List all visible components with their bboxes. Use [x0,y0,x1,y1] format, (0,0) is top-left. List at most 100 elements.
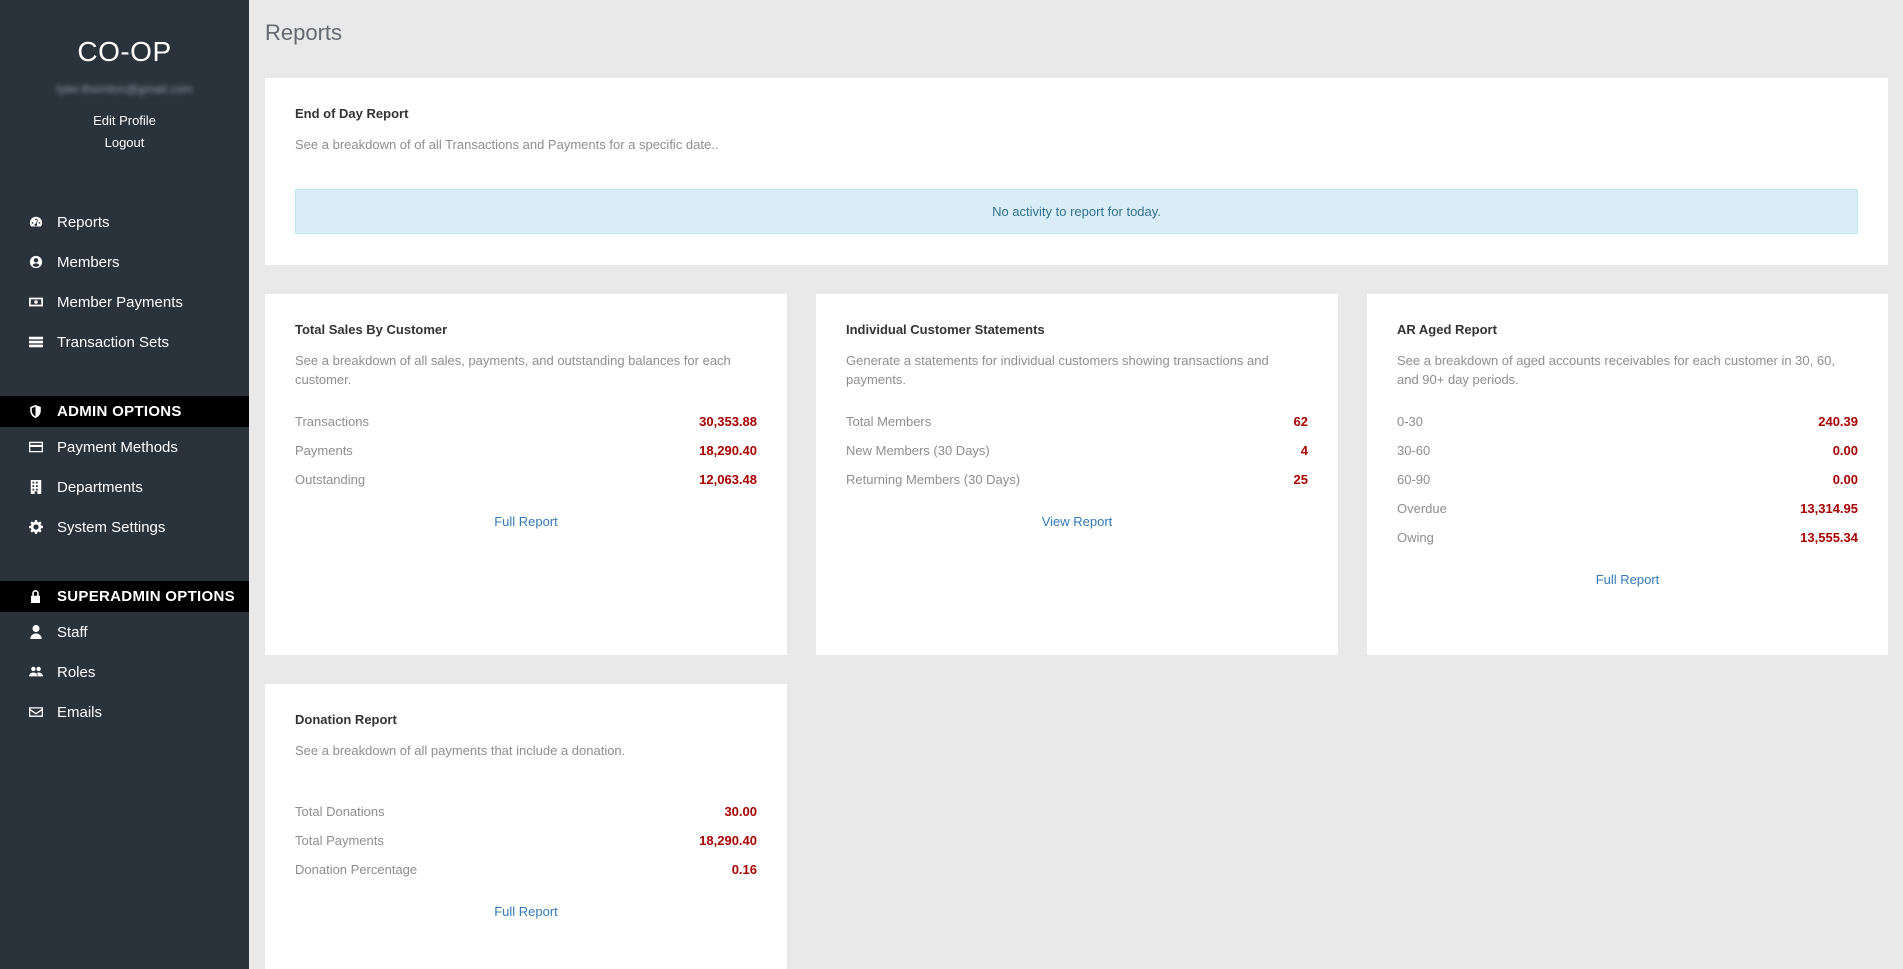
superadmin-options-label: SUPERADMIN OPTIONS [57,588,235,605]
sidebar-item-transaction-sets[interactable]: Transaction Sets [0,322,249,362]
sidebar-item-label: Roles [57,663,96,681]
stat-value: 0.16 [731,862,757,877]
stat-value: 62 [1293,414,1308,429]
logout-link[interactable]: Logout [0,132,249,154]
superadmin-nav: Staff Roles Emails [0,612,249,732]
sidebar-item-departments[interactable]: Departments [0,467,249,507]
stat-row: Total Donations 30.00 [295,797,757,826]
stat-value: 30,353.88 [699,414,757,429]
stat-row: Total Payments 18,290.40 [295,826,757,855]
sidebar-item-payment-methods[interactable]: Payment Methods [0,427,249,467]
total-sales-full-report-link[interactable]: Full Report [295,514,757,529]
building-icon [29,480,43,494]
stat-row: 60-90 0.00 [1397,465,1858,494]
sidebar-item-label: Members [57,253,120,271]
admin-options-label: ADMIN OPTIONS [57,403,182,420]
sidebar-item-label: Reports [57,213,110,231]
sidebar-item-label: Departments [57,478,143,496]
ar-aged-report-card: AR Aged Report See a breakdown of aged a… [1367,294,1888,655]
donation-full-report-link[interactable]: Full Report [295,904,757,919]
edit-profile-link[interactable]: Edit Profile [0,110,249,132]
ar-aged-full-report-link[interactable]: Full Report [1397,572,1858,587]
envelope-icon [29,705,43,719]
sidebar-item-roles[interactable]: Roles [0,652,249,692]
sidebar: CO-OP tyler.thornton@gmail.com Edit Prof… [0,0,249,969]
donation-report-card: Donation Report See a breakdown of all p… [265,684,787,969]
list-icon [29,335,43,349]
user-circle-icon [29,255,43,269]
stat-value: 0.00 [1832,443,1858,458]
stat-label: Total Payments [295,833,384,848]
stat-label: Returning Members (30 Days) [846,472,1021,487]
sidebar-item-reports[interactable]: Reports [0,202,249,242]
stat-row: Transactions 30,353.88 [295,407,757,436]
stat-label: 0-30 [1397,414,1424,429]
stat-label: Owing [1397,530,1434,545]
brand-title: CO-OP [77,36,172,67]
card-description: See a breakdown of all sales, payments, … [295,353,731,387]
card-title: Individual Customer Statements [846,322,1045,337]
stat-value: 13,555.34 [1800,530,1858,545]
user-icon [29,625,43,639]
stats-list: Total Members 62 New Members (30 Days) 4… [846,407,1308,494]
superadmin-options-header: SUPERADMIN OPTIONS [0,581,249,612]
card-description: See a breakdown of of all Transactions a… [295,137,719,152]
card-title: AR Aged Report [1397,322,1497,337]
page-title: Reports [265,20,343,45]
stat-label: Payments [295,443,353,458]
stat-row: Donation Percentage 0.16 [295,855,757,884]
stat-value: 240.39 [1818,414,1858,429]
stat-value: 4 [1300,443,1308,458]
stat-label: Donation Percentage [295,862,418,877]
stat-row: New Members (30 Days) 4 [846,436,1308,465]
stat-row: Overdue 13,314.95 [1397,494,1858,523]
stat-label: 60-90 [1397,472,1431,487]
stat-label: Overdue [1397,501,1447,516]
card-title: Donation Report [295,712,397,727]
stat-label: 30-60 [1397,443,1431,458]
dashboard-icon [29,215,43,229]
stat-value: 18,290.40 [699,833,757,848]
admin-options-header: ADMIN OPTIONS [0,396,249,427]
stat-row: Payments 18,290.40 [295,436,757,465]
card-title: Total Sales By Customer [295,322,448,337]
shield-icon [29,404,43,419]
stat-row: Outstanding 12,063.48 [295,465,757,494]
stat-label: Total Donations [295,804,385,819]
stat-row: 0-30 240.39 [1397,407,1858,436]
sidebar-item-staff[interactable]: Staff [0,612,249,652]
lock-icon [29,589,43,604]
stat-value: 18,290.40 [699,443,757,458]
stat-row: 30-60 0.00 [1397,436,1858,465]
main-content: Reports End of Day Report See a breakdow… [249,0,1903,969]
money-icon [29,295,43,309]
sidebar-item-members[interactable]: Members [0,242,249,282]
sidebar-item-label: Payment Methods [57,438,178,456]
total-sales-card: Total Sales By Customer See a breakdown … [265,294,787,655]
admin-nav: Payment Methods Departments System Setti… [0,427,249,547]
stats-list: 0-30 240.39 30-60 0.00 60-90 0.00 Overdu… [1397,407,1858,552]
sidebar-item-label: Staff [57,623,88,641]
stat-label: Outstanding [295,472,366,487]
user-email: tyler.thornton@gmail.com [56,82,193,96]
stat-value: 30.00 [724,804,757,819]
sidebar-item-label: Member Payments [57,293,183,311]
end-of-day-report-card: End of Day Report See a breakdown of of … [265,78,1888,265]
sidebar-item-member-payments[interactable]: Member Payments [0,282,249,322]
main-nav: Reports Members Member Payments Transact… [0,202,249,362]
card-title: End of Day Report [295,106,409,121]
statements-view-report-link[interactable]: View Report [846,514,1308,529]
card-description: See a breakdown of aged accounts receiva… [1397,353,1835,387]
stat-value: 12,063.48 [699,472,757,487]
sidebar-item-label: Emails [57,703,103,721]
users-icon [29,665,43,679]
sidebar-item-emails[interactable]: Emails [0,692,249,732]
sidebar-item-label: System Settings [57,518,166,536]
stat-label: Total Members [846,414,932,429]
stats-list: Total Donations 30.00 Total Payments 18,… [295,797,757,884]
sidebar-item-system-settings[interactable]: System Settings [0,507,249,547]
stats-list: Transactions 30,353.88 Payments 18,290.4… [295,407,757,494]
stat-row: Owing 13,555.34 [1397,523,1858,552]
stat-label: Transactions [295,414,369,429]
stat-label: New Members (30 Days) [846,443,990,458]
